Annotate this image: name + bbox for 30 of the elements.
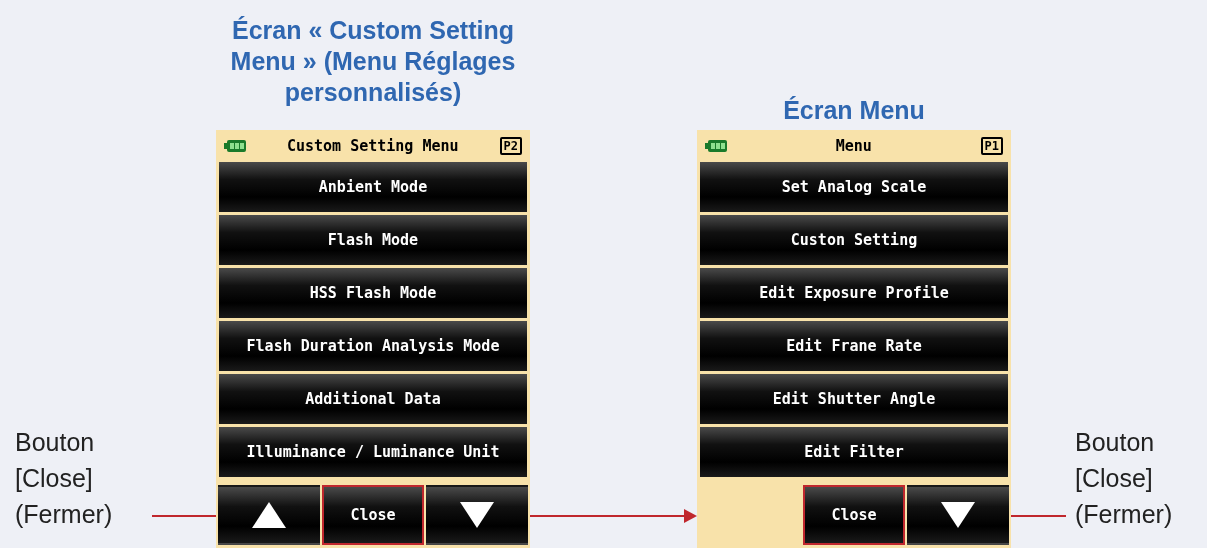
screen-heading: Écran Menu	[782, 95, 926, 126]
close-button[interactable]: Close	[322, 485, 424, 545]
battery-icon	[705, 140, 727, 152]
screen-title: Custom Setting Menu	[286, 135, 459, 157]
callout-label: Bouton [Close] (Fermer)	[1075, 427, 1174, 530]
screen-heading: Écran « Custom Setting Menu » (Menu Réglages personnalisés)	[229, 15, 517, 108]
scroll-down-button[interactable]	[907, 485, 1009, 545]
menu-item-button[interactable]: Set Analog Scale	[700, 162, 1008, 212]
down-triangle-icon	[460, 502, 494, 528]
down-triangle-icon	[941, 502, 975, 528]
scroll-down-button[interactable]	[426, 485, 528, 545]
menu-item-button[interactable]: Flash Duration Analysis Mode	[219, 321, 527, 371]
menu-item-button[interactable]: Flash Mode	[219, 215, 527, 265]
callout-label: Bouton [Close] (Fermer)	[15, 427, 114, 530]
battery-icon	[224, 140, 246, 152]
page-indicator: P1	[980, 137, 1003, 155]
menu-item-button[interactable]: Custon Setting	[700, 215, 1008, 265]
screen-title: Menu	[835, 135, 872, 157]
menu-item-button[interactable]: Edit Exposure Profile	[700, 268, 1008, 318]
menu-item-button[interactable]: Anbient Mode	[219, 162, 527, 212]
menu-item-button[interactable]: HSS Flash Mode	[219, 268, 527, 318]
scroll-up-button[interactable]	[218, 485, 320, 545]
menu-item-button[interactable]: Illuminance / Luminance Unit	[219, 427, 527, 477]
menu-item-button[interactable]: Edit Filter	[700, 427, 1008, 477]
close-button[interactable]: Close	[803, 485, 905, 545]
up-triangle-icon	[252, 502, 286, 528]
page-indicator: P2	[499, 137, 522, 155]
menu-item-button[interactable]: Edit Shutter Angle	[700, 374, 1008, 424]
menu-item-button[interactable]: Additional Data	[219, 374, 527, 424]
menu-item-button[interactable]: Edit Frane Rate	[700, 321, 1008, 371]
